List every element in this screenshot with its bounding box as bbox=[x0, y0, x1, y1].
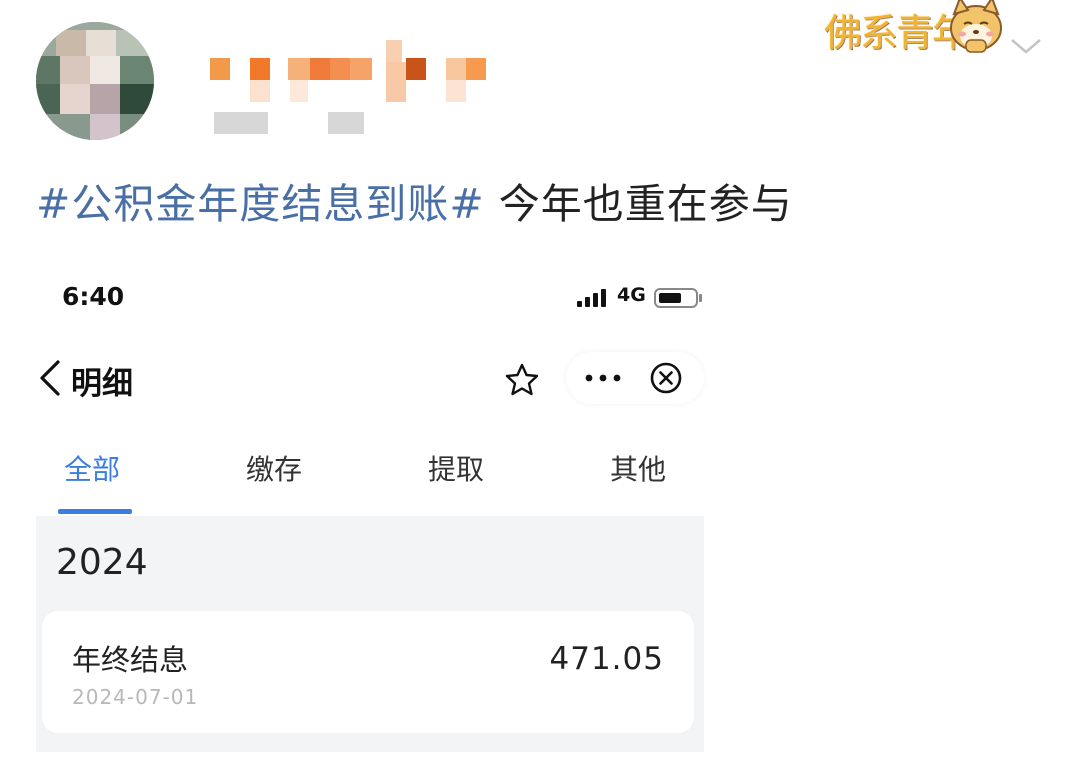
topic-hashtag-link[interactable]: #公积金年度结息到账# bbox=[36, 180, 485, 228]
mini-program-capsule bbox=[566, 352, 704, 404]
username-redacted[interactable] bbox=[210, 40, 490, 102]
more-dots-icon[interactable] bbox=[580, 362, 626, 394]
record-title: 年终结息 bbox=[72, 643, 189, 677]
close-circle-icon[interactable] bbox=[648, 360, 684, 396]
network-label: 4G bbox=[617, 284, 646, 306]
tab-withdraw[interactable]: 提取 bbox=[428, 448, 484, 488]
chevron-down-icon[interactable] bbox=[1008, 34, 1044, 58]
avatar[interactable] bbox=[36, 22, 154, 140]
shiba-doge-icon bbox=[950, 0, 1002, 53]
active-tab-indicator bbox=[58, 509, 132, 514]
tab-deposit[interactable]: 缴存 bbox=[246, 448, 302, 488]
back-arrow-icon[interactable] bbox=[36, 358, 66, 398]
tab-other[interactable]: 其他 bbox=[610, 448, 666, 488]
status-time: 6:40 bbox=[62, 282, 125, 311]
embedded-screenshot: 6:40 4G 明细 全部 缴存 提取 其他 2024 年终结息 2024-07… bbox=[36, 268, 704, 758]
page-title: 明细 bbox=[71, 366, 133, 402]
post-body-text: 今年也重在参与 bbox=[484, 180, 793, 228]
record-amount: 471.05 bbox=[549, 641, 664, 677]
post-meta-redacted bbox=[190, 112, 390, 136]
tab-bar: 全部 缴存 提取 其他 bbox=[36, 436, 704, 514]
list-item[interactable]: 年终结息 2024-07-01 471.05 bbox=[42, 611, 694, 733]
year-header: 2024 bbox=[56, 542, 148, 583]
tab-all[interactable]: 全部 bbox=[64, 448, 120, 488]
record-date: 2024-07-01 bbox=[72, 685, 199, 709]
signal-icon bbox=[577, 289, 606, 307]
post-text: #公积金年度结息到账# 今年也重在参与 bbox=[36, 170, 793, 230]
battery-icon bbox=[654, 288, 702, 308]
fan-badge: 佛系青年 bbox=[818, 0, 1008, 60]
star-favorite-icon[interactable] bbox=[504, 362, 540, 398]
